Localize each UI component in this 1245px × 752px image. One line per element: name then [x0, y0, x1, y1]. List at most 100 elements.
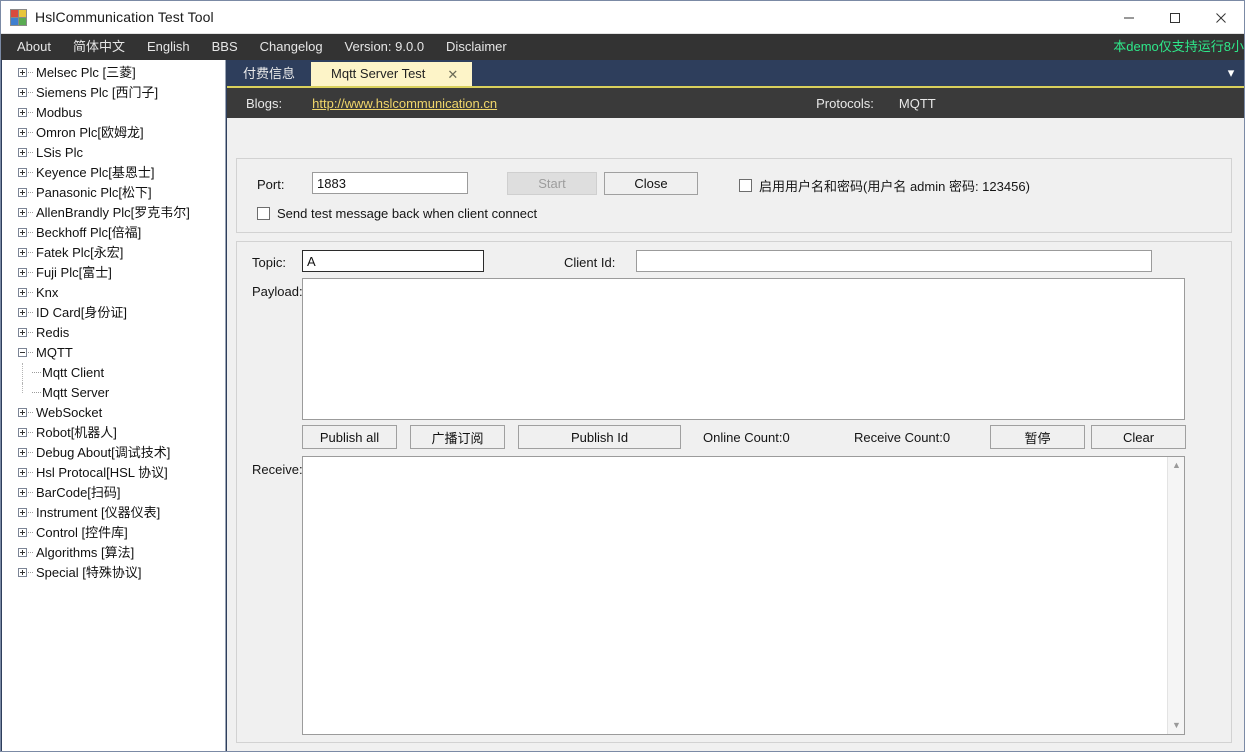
- tree-item-special[interactable]: Special [特殊协议]: [2, 563, 225, 583]
- scroll-up-icon[interactable]: ▲: [1168, 457, 1185, 474]
- tree-item-fuji-plc[interactable]: Fuji Plc[富士]: [2, 263, 225, 283]
- expand-icon[interactable]: [18, 208, 27, 217]
- tab-close-icon[interactable]: ✕: [447, 68, 458, 81]
- publish-all-button[interactable]: Publish all: [302, 425, 397, 449]
- maximize-button[interactable]: [1152, 1, 1198, 34]
- tree-item-hsl-protocal[interactable]: Hsl Protocal[HSL 协议]: [2, 463, 225, 483]
- info-strip: Blogs: http://www.hslcommunication.cn Pr…: [227, 88, 1244, 118]
- menu-item-about[interactable]: About: [1, 34, 62, 60]
- tree-item-instrument[interactable]: Instrument [仪器仪表]: [2, 503, 225, 523]
- expand-icon[interactable]: [18, 128, 27, 137]
- close-button[interactable]: [1198, 1, 1244, 34]
- protocols-value: MQTT: [898, 95, 936, 111]
- expand-icon[interactable]: [18, 228, 27, 237]
- port-label: Port:: [257, 177, 285, 192]
- client-id-input[interactable]: [636, 250, 1152, 272]
- menu-item-bbs[interactable]: BBS: [201, 34, 249, 60]
- expand-icon[interactable]: [18, 328, 27, 337]
- tab-payment-info[interactable]: 付费信息: [227, 62, 311, 86]
- expand-icon[interactable]: [18, 68, 27, 77]
- tree-item-label: Hsl Protocal[HSL 协议]: [36, 465, 168, 480]
- chevron-down-icon[interactable]: ▾: [1222, 65, 1240, 81]
- tree-item-keyence-plc[interactable]: Keyence Plc[基恩士]: [2, 163, 225, 183]
- tree-item-mqtt-client[interactable]: Mqtt Client: [2, 363, 225, 383]
- expand-icon[interactable]: [18, 88, 27, 97]
- tree-item-panasonic-plc[interactable]: Panasonic Plc[松下]: [2, 183, 225, 203]
- tree-item-allenbrandly-plc[interactable]: AllenBrandly Plc[罗克韦尔]: [2, 203, 225, 223]
- tree-item-mqtt[interactable]: MQTT: [2, 343, 225, 363]
- expand-icon[interactable]: [18, 488, 27, 497]
- publish-id-button[interactable]: Publish Id: [518, 425, 681, 449]
- device-tree-panel[interactable]: Melsec Plc [三菱] Siemens Plc [西门子] Modbus…: [2, 60, 226, 751]
- topic-input[interactable]: A: [302, 250, 484, 272]
- tree-item-omron-plc[interactable]: Omron Plc[欧姆龙]: [2, 123, 225, 143]
- tree-item-algorithms[interactable]: Algorithms [算法]: [2, 543, 225, 563]
- checkbox-icon[interactable]: [739, 179, 752, 192]
- expand-icon[interactable]: [18, 248, 27, 257]
- menu-bar: About 简体中文 English BBS Changelog Version…: [1, 34, 1244, 60]
- tree-item-control[interactable]: Control [控件库]: [2, 523, 225, 543]
- collapse-icon[interactable]: [18, 348, 27, 357]
- expand-icon[interactable]: [18, 428, 27, 437]
- menu-item-disclaimer[interactable]: Disclaimer: [435, 34, 518, 60]
- tree-item-label: ID Card[身份证]: [36, 305, 128, 320]
- receive-value: [303, 457, 1184, 463]
- tree-item-websocket[interactable]: WebSocket: [2, 403, 225, 423]
- tree-item-redis[interactable]: Redis: [2, 323, 225, 343]
- tree-item-label: Mqtt Server: [42, 385, 110, 400]
- receive-textarea[interactable]: ▲ ▼: [302, 456, 1185, 735]
- tree-item-label: Instrument [仪器仪表]: [36, 505, 161, 520]
- broadcast-subscribe-button[interactable]: 广播订阅: [410, 425, 505, 449]
- pause-button[interactable]: 暂停: [990, 425, 1085, 449]
- expand-icon[interactable]: [18, 448, 27, 457]
- tree-item-id-card[interactable]: ID Card[身份证]: [2, 303, 225, 323]
- tree-item-label: BarCode[扫码]: [36, 485, 121, 500]
- expand-icon[interactable]: [18, 308, 27, 317]
- clear-button[interactable]: Clear: [1091, 425, 1186, 449]
- online-count-label: Online Count:0: [703, 430, 790, 445]
- tree-item-beckhoff-plc[interactable]: Beckhoff Plc[倍福]: [2, 223, 225, 243]
- checkbox-icon[interactable]: [257, 207, 270, 220]
- tab-content: Blogs: http://www.hslcommunication.cn Pr…: [227, 86, 1244, 751]
- payload-textarea[interactable]: [302, 278, 1185, 420]
- tab-mqtt-server-test[interactable]: Mqtt Server Test ✕: [311, 62, 473, 86]
- menu-item-english[interactable]: English: [136, 34, 201, 60]
- expand-icon[interactable]: [18, 568, 27, 577]
- close-server-button[interactable]: Close: [604, 172, 698, 195]
- tree-item-siemens-plc[interactable]: Siemens Plc [西门子]: [2, 83, 225, 103]
- expand-icon[interactable]: [18, 168, 27, 177]
- application-window: HslCommunication Test Tool About 简体中文 En…: [0, 0, 1245, 752]
- start-button[interactable]: Start: [507, 172, 597, 195]
- port-input[interactable]: 1883: [312, 172, 468, 194]
- menu-item-simplified-chinese[interactable]: 简体中文: [62, 34, 136, 60]
- panel-body: Port: 1883 Start Close 启用用户名和密码(用户名 admi…: [227, 118, 1244, 751]
- minimize-button[interactable]: [1106, 1, 1152, 34]
- tree-item-barcode[interactable]: BarCode[扫码]: [2, 483, 225, 503]
- expand-icon[interactable]: [18, 528, 27, 537]
- tree-item-fatek-plc[interactable]: Fatek Plc[永宏]: [2, 243, 225, 263]
- enable-auth-checkbox[interactable]: 启用用户名和密码(用户名 admin 密码: 123456): [739, 176, 1030, 195]
- tree-item-mqtt-server[interactable]: Mqtt Server: [2, 383, 225, 403]
- expand-icon[interactable]: [18, 408, 27, 417]
- scroll-down-icon[interactable]: ▼: [1168, 717, 1185, 734]
- expand-icon[interactable]: [18, 108, 27, 117]
- menu-item-changelog[interactable]: Changelog: [249, 34, 334, 60]
- expand-icon[interactable]: [18, 188, 27, 197]
- tree-item-modbus[interactable]: Modbus: [2, 103, 225, 123]
- expand-icon[interactable]: [18, 268, 27, 277]
- echo-test-message-checkbox[interactable]: Send test message back when client conne…: [257, 206, 537, 221]
- expand-icon[interactable]: [18, 288, 27, 297]
- tree-item-debug-about[interactable]: Debug About[调试技术]: [2, 443, 225, 463]
- tree-item-robot[interactable]: Robot[机器人]: [2, 423, 225, 443]
- blogs-link[interactable]: http://www.hslcommunication.cn: [312, 96, 497, 111]
- receive-scrollbar[interactable]: ▲ ▼: [1167, 457, 1184, 734]
- expand-icon[interactable]: [18, 548, 27, 557]
- expand-icon[interactable]: [18, 148, 27, 157]
- expand-icon[interactable]: [18, 508, 27, 517]
- tree-item-melsec-plc[interactable]: Melsec Plc [三菱]: [2, 63, 225, 83]
- menu-item-version[interactable]: Version: 9.0.0: [334, 34, 436, 60]
- tree-item-label: Debug About[调试技术]: [36, 445, 171, 460]
- tree-item-knx[interactable]: Knx: [2, 283, 225, 303]
- tree-item-lsis-plc[interactable]: LSis Plc: [2, 143, 225, 163]
- expand-icon[interactable]: [18, 468, 27, 477]
